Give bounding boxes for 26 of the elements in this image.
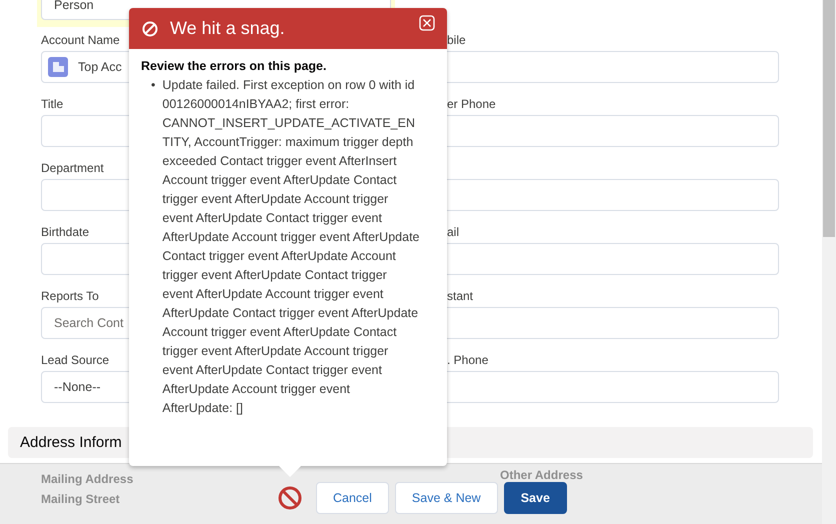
field-label: Lead Source xyxy=(41,352,110,369)
action-button[interactable]: Save & New xyxy=(394,482,498,514)
field-label: ail xyxy=(446,224,460,241)
error-message: Update failed. First exception on row 0 with id 00126000014nIBYAA2; first error: CANNOT_INSERT_UPDATE_ACTIVATE_ENTITY, AccountTrigger: maximum trigger depth exceeded Contact trigger event AfterInsert Account trigger event AfterUpdate Contact trigger event AfterUpdate Account trigger event AfterUpdate Contact trigger event AfterUpdate Account trigger event AfterUpdate Contact trigger event AfterUpdate Account trigger event AfterUpdate Contact trigger event AfterUpdate Account trigger event AfterUpdate Contact trigger event AfterUpdate Account trigger event AfterUpdate Contact trigger event AfterUpdate Account trigger event AfterUpdate Contact trigger event AfterUpdate Account trigger event AfterUpdate: [] xyxy=(162,77,420,417)
field-label: Title xyxy=(41,96,64,113)
error-icon[interactable] xyxy=(278,486,302,510)
action-button[interactable]: Cancel xyxy=(316,482,389,514)
no-entry-icon xyxy=(142,20,158,36)
building-icon xyxy=(48,57,68,77)
field-label: Account Name xyxy=(41,32,120,49)
popup-title: We hit a snag. xyxy=(170,18,286,39)
field-label: stant xyxy=(446,288,474,305)
section-label: Other Address xyxy=(500,468,583,482)
field-label: bile xyxy=(446,32,466,49)
field-label: Department xyxy=(41,160,104,177)
field-label: Mailing Street xyxy=(41,492,121,506)
field-label: Reports To xyxy=(41,288,99,305)
field-label: Birthdate xyxy=(41,224,90,241)
field-label: . Phone xyxy=(446,352,488,369)
section-label: Mailing Address xyxy=(41,472,134,486)
scrollbar[interactable] xyxy=(822,0,836,524)
close-icon[interactable] xyxy=(419,15,435,31)
bullet: • xyxy=(151,77,156,94)
error-heading: Review the errors on this page. xyxy=(141,59,326,73)
field-label: er Phone xyxy=(446,96,496,113)
save-button[interactable]: Save xyxy=(504,482,567,514)
